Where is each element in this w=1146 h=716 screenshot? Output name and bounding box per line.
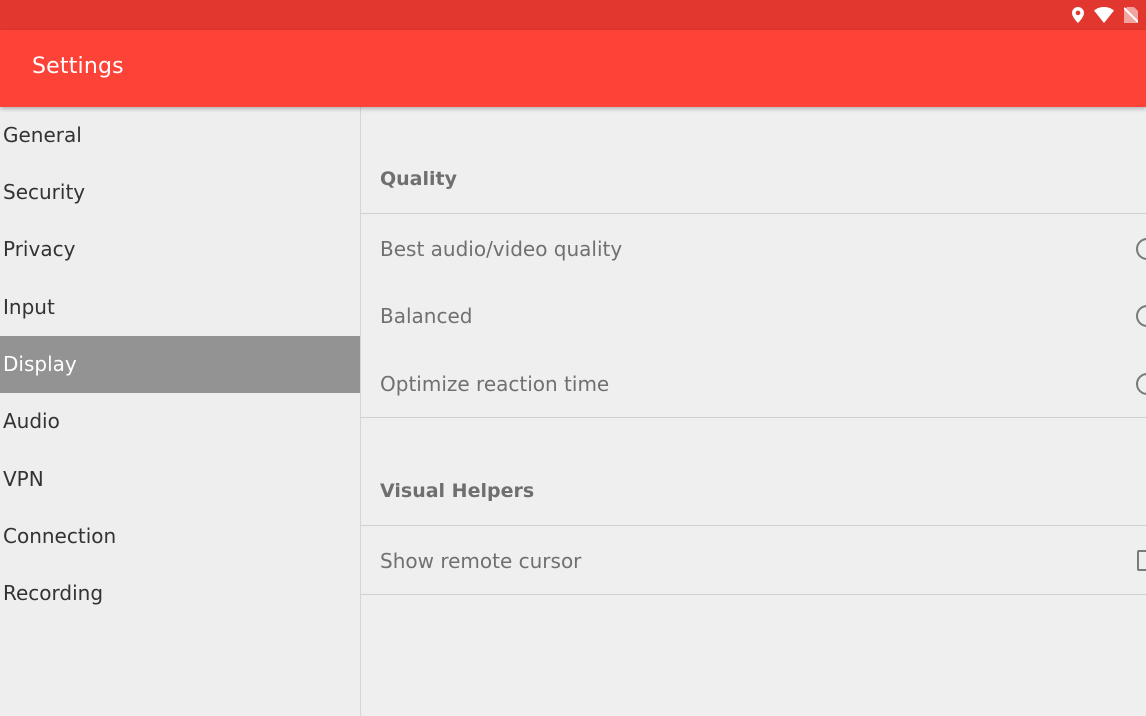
divider bbox=[361, 417, 1146, 418]
divider bbox=[361, 213, 1146, 214]
app-bar: Settings bbox=[0, 30, 1146, 107]
option-label: Best audio/video quality bbox=[380, 236, 623, 261]
page-title: Settings bbox=[32, 54, 124, 79]
status-icons bbox=[1072, 6, 1138, 24]
settings-content: Quality Best audio/video quality Balance… bbox=[361, 107, 1146, 716]
option-label: Balanced bbox=[380, 303, 473, 328]
sidebar-item-privacy[interactable]: Privacy bbox=[0, 221, 360, 278]
sidebar-item-recording[interactable]: Recording bbox=[0, 565, 360, 622]
sidebar-item-connection[interactable]: Connection bbox=[0, 508, 360, 565]
sidebar-item-vpn[interactable]: VPN bbox=[0, 451, 360, 508]
quality-option-reaction-time[interactable]: Optimize reaction time bbox=[361, 350, 1146, 417]
sidebar-item-security[interactable]: Security bbox=[0, 164, 360, 221]
show-remote-cursor-option[interactable]: Show remote cursor bbox=[361, 527, 1146, 594]
divider bbox=[361, 525, 1146, 526]
radio-button[interactable] bbox=[1136, 372, 1146, 395]
option-label: Show remote cursor bbox=[380, 548, 582, 573]
radio-button[interactable] bbox=[1136, 237, 1146, 260]
divider bbox=[361, 594, 1146, 595]
no-sim-icon bbox=[1124, 7, 1138, 23]
location-icon bbox=[1072, 7, 1084, 23]
sidebar: General Security Privacy Input Display A… bbox=[0, 107, 361, 716]
option-label: Optimize reaction time bbox=[380, 371, 610, 396]
wifi-icon bbox=[1094, 7, 1114, 23]
radio-button[interactable] bbox=[1136, 304, 1146, 327]
quality-option-balanced[interactable]: Balanced bbox=[361, 282, 1146, 349]
checkbox[interactable] bbox=[1137, 549, 1146, 571]
visual-helpers-section-header: Visual Helpers bbox=[380, 480, 535, 502]
sidebar-item-display[interactable]: Display bbox=[0, 336, 360, 393]
sidebar-item-audio[interactable]: Audio bbox=[0, 393, 360, 450]
sidebar-item-general[interactable]: General bbox=[0, 107, 360, 164]
sidebar-item-input[interactable]: Input bbox=[0, 279, 360, 336]
status-bar bbox=[0, 0, 1146, 30]
quality-option-best[interactable]: Best audio/video quality bbox=[361, 215, 1146, 282]
quality-section-header: Quality bbox=[380, 168, 457, 190]
